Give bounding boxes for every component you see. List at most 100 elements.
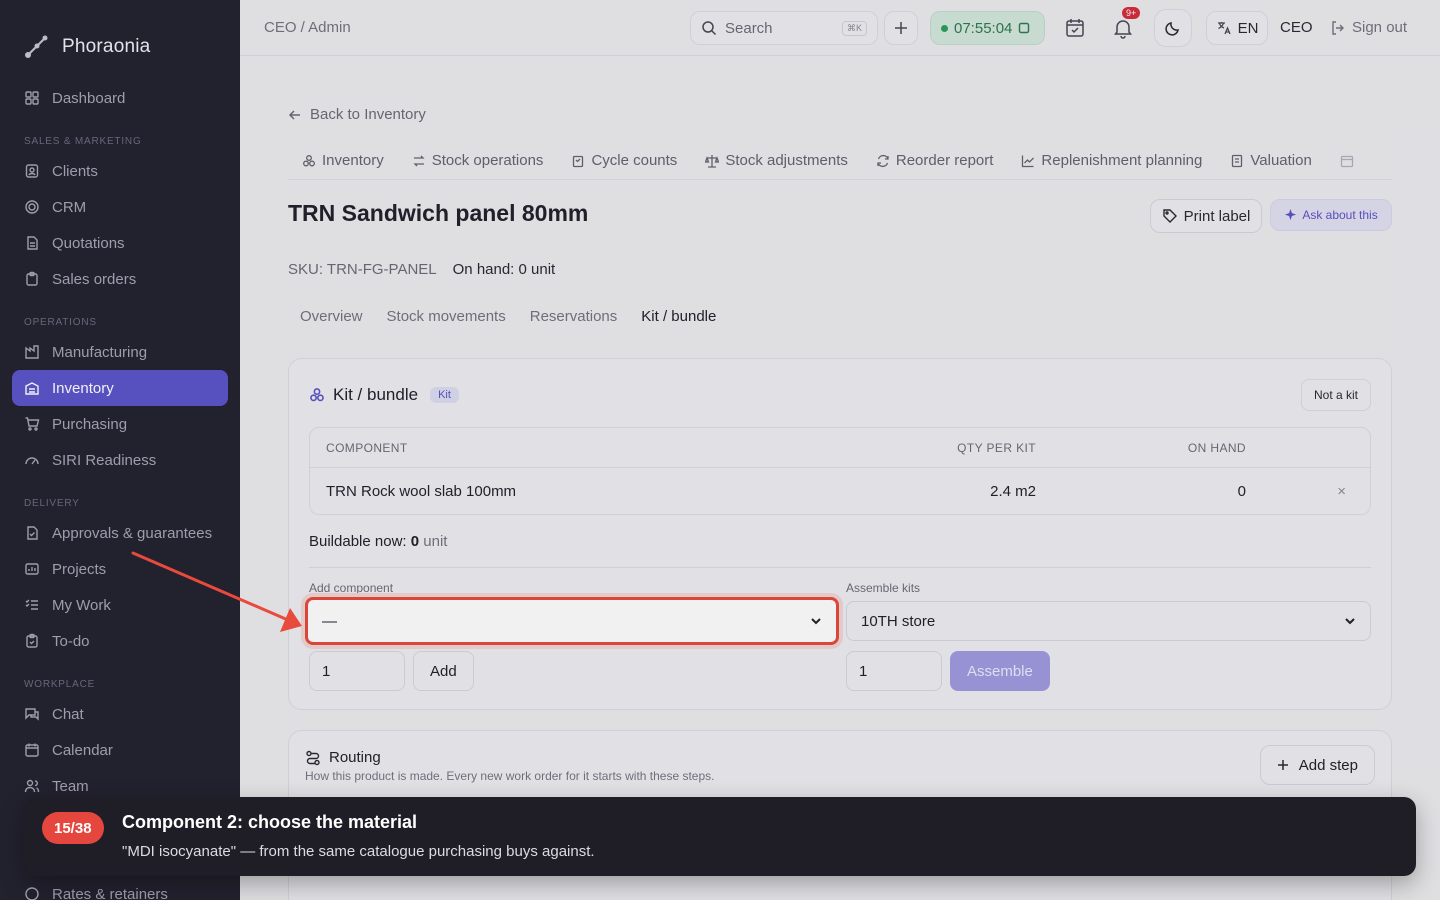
sidebar-item-clients[interactable]: Clients: [12, 153, 228, 189]
sku-text: SKU: TRN-FG-PANEL: [288, 261, 437, 278]
sidebar-item-dashboard[interactable]: Dashboard: [12, 80, 228, 116]
assemble-qty-input[interactable]: 1: [846, 651, 942, 691]
translate-icon: [1217, 22, 1231, 35]
sidebar-item-todo[interactable]: To-do: [12, 623, 228, 659]
sidebar-item-label: Sales orders: [52, 270, 137, 288]
print-label-button[interactable]: Print label: [1150, 199, 1262, 233]
sidebar-item-approvals[interactable]: Approvals & guarantees: [12, 515, 228, 551]
column-on-hand: ON HAND: [1187, 440, 1246, 455]
sidebar-item-label: Rates & retainers: [52, 885, 168, 900]
search-input[interactable]: Search ⌘K: [690, 11, 878, 45]
topbar: CEO / Admin Search ⌘K 07:55:04 9+ EN CEO…: [240, 0, 1440, 56]
subnav-stock-adjustments[interactable]: Stock adjustments: [691, 142, 862, 180]
not-a-kit-button[interactable]: Not a kit: [1300, 379, 1371, 411]
sidebar-item-crm[interactable]: CRM: [12, 189, 228, 225]
brand[interactable]: Phoraonia: [0, 0, 240, 72]
section-label-sales: SALES & MARKETING: [24, 136, 142, 147]
sidebar-item-projects[interactable]: Projects: [12, 551, 228, 587]
calendar-check-icon[interactable]: [1064, 17, 1086, 39]
subnav-reorder-report[interactable]: Reorder report: [862, 142, 1008, 180]
section-label-delivery: DELIVERY: [24, 498, 80, 509]
time-tracker[interactable]: 07:55:04: [930, 11, 1045, 45]
product-meta: SKU: TRN-FG-PANEL On hand: 0 unit: [288, 261, 555, 278]
sidebar-item-my-work[interactable]: My Work: [12, 587, 228, 623]
clipboard-icon: [573, 155, 584, 167]
theme-toggle[interactable]: [1154, 9, 1192, 47]
sidebar-item-calendar[interactable]: Calendar: [12, 732, 228, 768]
boxes-icon: [303, 154, 315, 166]
add-step-button[interactable]: Add step: [1259, 745, 1375, 785]
tab-kit-bundle[interactable]: Kit / bundle: [629, 296, 728, 338]
sidebar-item-manufacturing[interactable]: Manufacturing: [12, 334, 228, 370]
tour-banner: 15/38 Component 2: choose the material "…: [24, 797, 1416, 876]
user-role[interactable]: CEO: [1280, 19, 1313, 36]
sidebar-item-sales-orders[interactable]: Sales orders: [12, 261, 228, 297]
table-row: TRN Rock wool slab 100mm 2.4 m2 0 ×: [310, 468, 1370, 514]
timer-running-dot: [941, 24, 948, 32]
routing-title: Routing: [329, 749, 381, 766]
quick-add-button[interactable]: [884, 11, 918, 45]
tab-stock-movements[interactable]: Stock movements: [375, 296, 518, 338]
tour-title: Component 2: choose the material: [122, 812, 418, 832]
add-component-select[interactable]: —: [305, 597, 839, 645]
search-label: Search: [725, 19, 773, 37]
logo-icon: [25, 35, 48, 58]
print-label-text: Print label: [1183, 207, 1251, 225]
subnav-valuation[interactable]: Valuation: [1216, 142, 1325, 180]
chart-icon: [25, 563, 39, 575]
subnav-label: Replenishment planning: [1041, 152, 1203, 169]
routing-subtitle: How this product is made. Every new work…: [305, 769, 715, 783]
document-check-icon: [27, 526, 38, 540]
subnav-cycle-counts[interactable]: Cycle counts: [557, 142, 691, 180]
tab-reservations[interactable]: Reservations: [518, 296, 630, 338]
brand-name: Phoraonia: [62, 36, 151, 57]
remove-component-button[interactable]: ×: [1246, 483, 1346, 500]
language-selector[interactable]: EN: [1206, 11, 1268, 45]
tab-overview[interactable]: Overview: [288, 296, 375, 338]
sidebar-item-rates[interactable]: Rates & retainers: [12, 876, 228, 900]
add-component-button[interactable]: Add: [413, 651, 474, 691]
notification-badge: 9+: [1122, 7, 1141, 19]
assemble-location-value: 10TH store: [861, 612, 936, 630]
sidebar-item-siri-readiness[interactable]: SIRI Readiness: [12, 442, 228, 478]
line-chart-icon: [1022, 155, 1035, 167]
sidebar-item-chat[interactable]: Chat: [12, 696, 228, 732]
sidebar-item-label: Purchasing: [52, 415, 128, 433]
sidebar-item-label: Calendar: [52, 741, 113, 759]
subnav-inventory[interactable]: Inventory: [288, 142, 398, 180]
users-icon: [24, 779, 40, 793]
kit-badge: Kit: [430, 387, 459, 403]
chevron-down-icon: [1345, 618, 1355, 625]
assemble-kits-label: Assemble kits: [846, 581, 921, 595]
sidebar-item-quotations[interactable]: Quotations: [12, 225, 228, 261]
search-shortcut: ⌘K: [841, 20, 867, 36]
warehouse-icon: [25, 382, 39, 395]
back-link[interactable]: Back to Inventory: [288, 106, 426, 123]
cart-icon: [25, 417, 40, 431]
refresh-icon: [877, 154, 889, 167]
tour-step-counter: 15/38: [42, 812, 104, 844]
on-hand-text: On hand: 0 unit: [452, 261, 556, 278]
sidebar-item-label: To-do: [52, 632, 90, 650]
signout-button[interactable]: Sign out: [1330, 19, 1407, 36]
subnav-replenishment-planning[interactable]: Replenishment planning: [1007, 142, 1216, 180]
subnav-stock-operations[interactable]: Stock operations: [398, 142, 558, 180]
sidebar-item-label: Team: [52, 777, 89, 795]
gauge-icon: [25, 457, 39, 465]
breadcrumb: CEO / Admin: [264, 19, 351, 36]
add-component-qty-input[interactable]: 1: [309, 651, 405, 691]
logout-icon: [1332, 20, 1344, 35]
stop-icon[interactable]: [1018, 22, 1030, 34]
contact-icon: [25, 164, 39, 178]
sidebar: Phoraonia Dashboard SALES & MARKETING Cl…: [0, 0, 240, 900]
ask-ai-button[interactable]: Ask about this: [1270, 199, 1392, 231]
sidebar-item-purchasing[interactable]: Purchasing: [12, 406, 228, 442]
table-header: COMPONENT QTY PER KIT ON HAND: [310, 428, 1370, 468]
subnav-more[interactable]: [1326, 142, 1368, 180]
assemble-button[interactable]: Assemble: [950, 651, 1050, 691]
assemble-location-select[interactable]: 10TH store: [846, 601, 1371, 641]
routing-header: Routing: [305, 749, 381, 766]
component-name: TRN Rock wool slab 100mm: [326, 482, 517, 500]
bell-icon[interactable]: [1112, 17, 1134, 39]
sidebar-item-inventory[interactable]: Inventory: [12, 370, 228, 406]
